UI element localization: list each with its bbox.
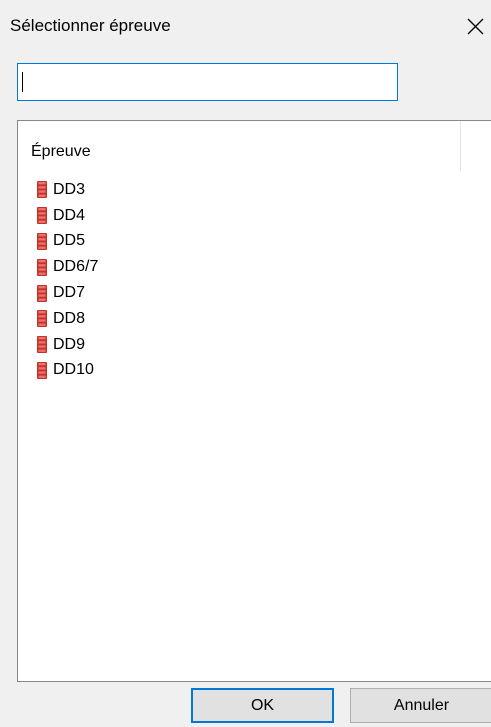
list-item-label: DD3: [53, 180, 86, 198]
database-icon: [37, 310, 47, 328]
database-icon: [37, 232, 47, 250]
database-icon: [37, 361, 47, 379]
list-item-label: DD10: [53, 361, 94, 379]
close-icon: [467, 18, 484, 35]
list-item-label: DD9: [53, 335, 86, 353]
select-test-dialog: Sélectionner épreuve Épreuve DD3 DD4 DD5…: [0, 0, 491, 727]
column-header-label: Épreuve: [31, 143, 91, 160]
list-item[interactable]: DD6/7: [37, 254, 98, 280]
database-icon: [37, 284, 47, 302]
database-icon: [37, 336, 47, 354]
list-items: DD3 DD4 DD5 DD6/7 DD7 DD8 DD9 DD10: [37, 177, 98, 383]
ok-button[interactable]: OK: [191, 688, 334, 723]
list-item[interactable]: DD3: [37, 177, 98, 203]
search-field[interactable]: [17, 63, 398, 101]
test-list[interactable]: Épreuve DD3 DD4 DD5 DD6/7 DD7 DD8 DD9 DD…: [17, 120, 491, 682]
list-item[interactable]: DD4: [37, 203, 98, 229]
text-caret: [22, 72, 23, 92]
cancel-button[interactable]: Annuler: [350, 688, 491, 723]
list-item-label: DD6/7: [53, 258, 99, 276]
database-icon: [37, 181, 47, 199]
list-item-label: DD4: [53, 206, 86, 224]
database-icon: [37, 258, 47, 276]
close-button[interactable]: [462, 12, 490, 40]
list-item[interactable]: DD7: [37, 280, 98, 306]
list-item-label: DD7: [53, 284, 86, 302]
search-input[interactable]: [26, 70, 390, 96]
database-icon: [37, 207, 47, 225]
dialog-title: Sélectionner épreuve: [10, 16, 171, 35]
list-item[interactable]: DD9: [37, 332, 98, 358]
list-item[interactable]: DD8: [37, 306, 98, 332]
column-header-epreuve[interactable]: Épreuve: [18, 121, 461, 171]
list-item[interactable]: DD10: [37, 358, 98, 384]
list-item-label: DD8: [53, 309, 86, 327]
list-item-label: DD5: [53, 232, 86, 250]
list-item[interactable]: DD5: [37, 229, 98, 255]
